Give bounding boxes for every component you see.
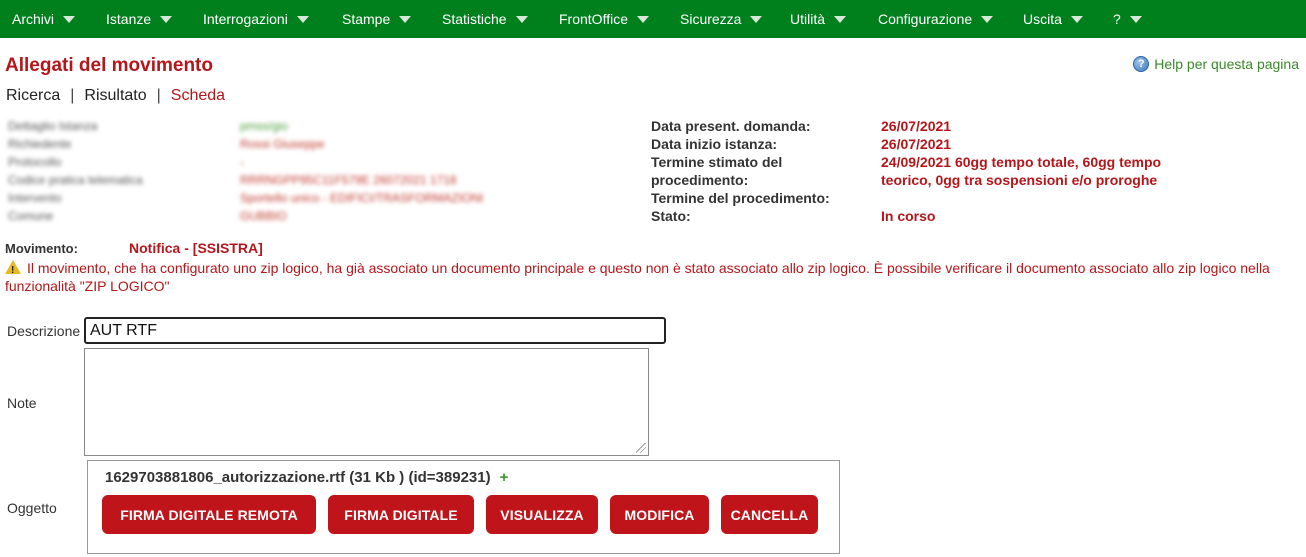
- breadcrumb-separator: |: [70, 87, 75, 104]
- menu-label: Sicurezza: [680, 11, 742, 27]
- detail-label: Dettaglio Istanza: [8, 119, 98, 133]
- menu-label: FrontOffice: [559, 11, 628, 27]
- termine-stimato-value: 24/09/2021 60gg tempo totale, 60gg tempo: [881, 154, 1162, 170]
- chevron-down-icon: [399, 16, 412, 23]
- chevron-down-icon: [160, 16, 173, 23]
- menu-istanze[interactable]: Istanze: [106, 0, 173, 38]
- menu-label: ?: [1113, 11, 1121, 27]
- chevron-down-icon: [1070, 16, 1083, 23]
- stato-label: Stato:: [651, 208, 691, 224]
- menu-label: Interrogazioni: [203, 11, 288, 27]
- menu-stampe[interactable]: Stampe: [342, 0, 412, 38]
- termine-stimato-label: Termine stimato del: [651, 154, 783, 170]
- menu-label: Archivi: [12, 11, 55, 27]
- chevron-down-icon: [296, 16, 309, 23]
- menu-label: Stampe: [342, 11, 391, 27]
- termine-stimato-label-cont: procedimento:: [651, 172, 749, 188]
- descrizione-label: Descrizione: [7, 323, 81, 339]
- termine-stimato-value-cont: teorico, 0gg tra sospensioni e/o prorogh…: [881, 172, 1158, 188]
- file-name: 1629703881806_autorizzazione.rtf (31 Kb …: [105, 469, 491, 486]
- menu-statistiche[interactable]: Statistiche: [442, 0, 528, 38]
- note-label: Note: [7, 395, 37, 411]
- visualizza-button[interactable]: VISUALIZZA: [486, 495, 598, 534]
- detail-value: GUBBIO: [240, 209, 287, 223]
- data-presentazione-value: 26/07/2021: [881, 118, 952, 134]
- help-icon: ?: [1133, 56, 1150, 72]
- data-inizio-value: 26/07/2021: [881, 136, 952, 152]
- detail-label: Richiedente: [8, 137, 72, 151]
- detail-value: -: [240, 155, 244, 169]
- termine-procedimento-label: Termine del procedimento:: [651, 190, 830, 206]
- chevron-down-icon: [750, 16, 763, 23]
- descrizione-input[interactable]: [84, 317, 666, 344]
- data-presentazione-label: Data present. domanda:: [651, 118, 811, 134]
- detail-value: Sportello unico - EDIFICI/TRASFORMAZIONI: [240, 191, 484, 205]
- modifica-button[interactable]: MODIFICA: [610, 495, 709, 534]
- menu-archivi[interactable]: Archivi: [12, 0, 76, 38]
- menu-sicurezza[interactable]: Sicurezza: [680, 0, 763, 38]
- menu-utilita[interactable]: Utilità: [790, 0, 847, 38]
- breadcrumb-scheda[interactable]: Scheda: [171, 87, 225, 105]
- oggetto-panel: 1629703881806_autorizzazione.rtf (31 Kb …: [87, 460, 840, 554]
- movimento-value: Notifica - [SSISTRA]: [129, 240, 263, 256]
- firma-digitale-button[interactable]: FIRMA DIGITALE: [328, 495, 474, 534]
- detail-value: RRRNGPP95C11F579E 26072021 1718: [240, 173, 457, 187]
- menu-label: Uscita: [1023, 11, 1062, 27]
- chevron-down-icon: [834, 16, 847, 23]
- detail-label: Protocollo: [8, 155, 62, 169]
- menu-interrogazioni[interactable]: Interrogazioni: [203, 0, 309, 38]
- warning-icon: [5, 260, 21, 280]
- menu-label: Statistiche: [442, 11, 507, 27]
- chevron-down-icon: [1129, 16, 1142, 23]
- main-menu-bar: Archivi Istanze Interrogazioni Stampe St…: [0, 0, 1306, 38]
- breadcrumb-ricerca[interactable]: Ricerca: [6, 87, 60, 105]
- chevron-down-icon: [63, 16, 76, 23]
- breadcrumb: Ricerca | Risultato | Scheda: [6, 87, 225, 105]
- firma-digitale-remota-button[interactable]: FIRMA DIGITALE REMOTA: [102, 495, 316, 534]
- menu-label: Utilità: [790, 11, 826, 27]
- data-inizio-label: Data inizio istanza:: [651, 136, 778, 152]
- stato-value: In corso: [881, 208, 936, 224]
- breadcrumb-separator: |: [156, 87, 161, 104]
- detail-value: Rossi Giuseppe: [240, 137, 325, 151]
- chevron-down-icon: [515, 16, 528, 23]
- menu-configurazione[interactable]: Configurazione: [878, 0, 994, 38]
- help-label: Help per questa pagina: [1154, 56, 1299, 72]
- note-textarea[interactable]: [84, 348, 649, 456]
- breadcrumb-risultato[interactable]: Risultato: [84, 87, 146, 105]
- help-link[interactable]: ? Help per questa pagina: [1133, 56, 1299, 72]
- menu-label: Configurazione: [878, 11, 973, 27]
- detail-label: Comune: [8, 209, 54, 223]
- menu-label: Istanze: [106, 11, 152, 27]
- file-info: 1629703881806_autorizzazione.rtf (31 Kb …: [105, 469, 508, 486]
- movimento-label: Movimento:: [5, 241, 78, 256]
- cancella-button[interactable]: CANCELLA: [721, 495, 818, 534]
- warning-message: Il movimento, che ha configurato uno zip…: [5, 259, 1295, 295]
- page-title: Allegati del movimento: [5, 55, 213, 76]
- menu-help[interactable]: ?: [1113, 0, 1142, 38]
- resize-grip-icon[interactable]: [636, 443, 648, 455]
- add-icon[interactable]: +: [500, 469, 509, 486]
- detail-value: pmss/gio: [240, 119, 289, 133]
- chevron-down-icon: [981, 16, 994, 23]
- menu-frontoffice[interactable]: FrontOffice: [559, 0, 649, 38]
- menu-uscita[interactable]: Uscita: [1023, 0, 1083, 38]
- chevron-down-icon: [637, 16, 649, 23]
- detail-label: Intervento: [8, 191, 62, 205]
- oggetto-label: Oggetto: [7, 500, 57, 516]
- detail-label: Codice pratica telematica: [8, 173, 143, 187]
- warning-text: Il movimento, che ha configurato uno zip…: [5, 260, 1270, 294]
